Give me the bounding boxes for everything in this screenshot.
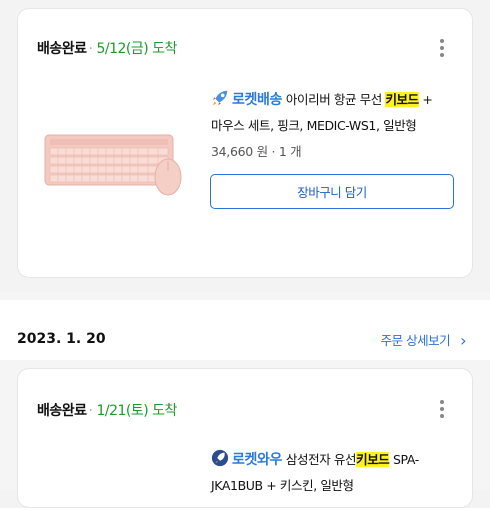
product-title-suffix: + (418, 92, 433, 107)
product-title-highlight: 키보드 (356, 452, 390, 467)
delivery-status-label: 배송완료 (37, 41, 87, 57)
delivery-status-label: 배송완료 (37, 403, 87, 419)
product-title-line1[interactable]: 로켓배송 아이리버 항균 무선 키보드 + (211, 89, 433, 109)
product-title-prefix: 아이리버 항균 무선 (285, 92, 386, 107)
order-card: 배송완료 · 5/12(금) 도착 로켓배송 아이리버 항균 무선 키보드 + 마 (17, 8, 473, 278)
chevron-right-icon: › (460, 331, 466, 350)
product-title-line2[interactable]: JKA1BUB + 키스킨, 일반형 (211, 475, 354, 494)
kebab-menu-icon[interactable] (440, 400, 444, 421)
product-title-line1[interactable]: 로켓와우 삼성전자 유선키보드 SPA- (211, 449, 419, 469)
product-thumbnail[interactable] (44, 127, 186, 197)
product-title-highlight: 키보드 (385, 92, 419, 107)
order-date: 2023. 1. 20 (17, 331, 106, 347)
rocket-delivery-badge: 로켓배송 (232, 92, 282, 108)
separator-dot: · (88, 41, 93, 57)
product-title-prefix: 삼성전자 유선 (285, 452, 357, 467)
delivery-status: 배송완료 · 1/21(토) 도착 (37, 400, 177, 420)
delivery-date: 1/21(토) 도착 (96, 403, 177, 419)
delivery-status: 배송완료 · 5/12(금) 도착 (37, 38, 177, 58)
delivery-date: 5/12(금) 도착 (96, 41, 177, 57)
price-quantity: 34,660 원 · 1 개 (211, 144, 302, 159)
order-detail-link[interactable]: 주문 상세보기 › (380, 330, 467, 350)
add-to-cart-button[interactable]: 장바구니 담기 (210, 174, 454, 209)
kebab-menu-icon[interactable] (440, 39, 444, 60)
rocket-icon (212, 90, 228, 106)
separator-dot: · (88, 403, 93, 419)
rocket-wow-badge: 로켓와우 (232, 452, 282, 468)
product-title-line2[interactable]: 마우스 세트, 핑크, MEDIC-WS1, 일반형 (211, 115, 417, 134)
order-card: 배송완료 · 1/21(토) 도착 로켓와우 삼성전자 유선키보드 SPA- JKA1… (17, 368, 473, 508)
order-detail-label: 주문 상세보기 (380, 333, 451, 348)
rocket-icon (211, 449, 229, 467)
product-title-suffix: SPA- (389, 452, 419, 467)
